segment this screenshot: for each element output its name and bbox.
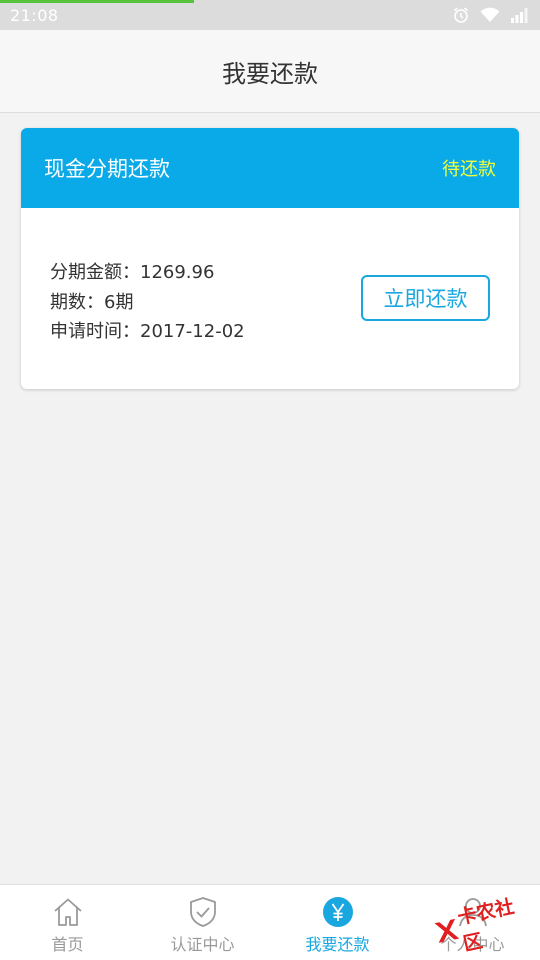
card-body: 分期金额： 1269.96 期数： 6期 申请时间： 2017-12-02 立即… <box>21 208 519 389</box>
wifi-icon <box>480 7 500 23</box>
nav-label-home: 首页 <box>51 935 84 954</box>
page-load-progress <box>0 0 194 3</box>
date-value: 2017-12-02 <box>140 321 245 342</box>
installment-card: 现金分期还款 待还款 分期金额： 1269.96 期数： 6期 申请时间： 20… <box>21 128 519 389</box>
status-icons <box>452 6 530 24</box>
date-label: 申请时间： <box>50 321 140 342</box>
nav-label-repay: 我要还款 <box>305 935 370 954</box>
amount-label: 分期金额： <box>50 262 140 283</box>
periods-label: 期数： <box>50 291 104 313</box>
yen-icon <box>322 896 354 928</box>
page-header: 我要还款 <box>0 30 540 113</box>
status-badge: 待还款 <box>442 159 496 180</box>
date-row: 申请时间： 2017-12-02 <box>50 317 519 347</box>
home-icon <box>52 896 84 928</box>
nav-label-verification: 认证中心 <box>170 935 235 954</box>
nav-item-repay[interactable]: 我要还款 <box>270 885 405 960</box>
card-title: 现金分期还款 <box>44 157 170 181</box>
status-time: 21:08 <box>10 5 59 25</box>
shield-check-icon <box>187 896 219 928</box>
nav-item-home[interactable]: 首页 <box>0 885 135 960</box>
card-header: 现金分期还款 待还款 <box>21 128 519 208</box>
amount-value: 1269.96 <box>140 262 215 283</box>
page-title: 我要还款 <box>222 59 318 88</box>
nav-item-verification[interactable]: 认证中心 <box>135 885 270 960</box>
watermark-mark-icon <box>432 917 461 949</box>
periods-value: 6期 <box>104 291 134 313</box>
status-bar: 21:08 <box>0 0 540 30</box>
alarm-icon <box>452 6 470 24</box>
signal-icon <box>510 7 530 23</box>
repay-now-button[interactable]: 立即还款 <box>361 275 490 321</box>
